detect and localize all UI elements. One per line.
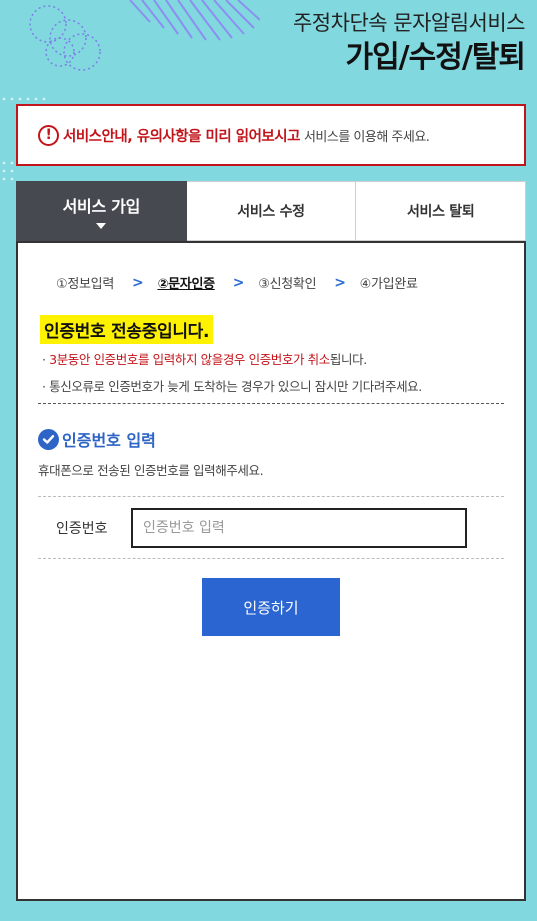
tab-service-modify[interactable]: 서비스 수정 [186,181,357,241]
notice-text: 서비스를 이용해 주세요. [303,129,430,145]
notice-emphasis: 서비스안내, 유의사항을 미리 읽어보시고 [63,128,300,145]
section-title: 인증번호 입력 [38,427,156,451]
section-description: 휴대폰으로 전송된 인증번호를 입력해주세요. [38,463,264,478]
page-header: 주정차단속 문자알림서비스 가입/수정/탈퇴 [292,8,526,78]
step-info-input: ①정보입력 [56,277,114,292]
caret-down-icon [96,223,107,229]
decorative-circles [29,5,101,71]
page-title: 가입/수정/탈퇴 [345,40,526,75]
step-indicator: ①정보입력 > ②문자인증 > ③신청확인 > ④가입완료 [56,273,418,293]
delay-notice: · 통신오류로 인증번호가 늦게 도착하는 경우가 있으니 잠시만 기다려주세요… [42,376,422,395]
tab-service-join[interactable]: 서비스 가입 [16,181,187,241]
tab-service-withdraw[interactable]: 서비스 탈퇴 [356,181,527,241]
timeout-tail: 됩니다. [329,352,367,367]
step-sms-verify: ②문자인증 [157,277,215,292]
tab-label: 서비스 가입 [62,197,141,216]
delay-text: 통신오류로 인증번호가 늦게 도착하는 경우가 있으니 잠시만 기다려주세요. [49,379,422,394]
verification-code-input[interactable] [131,508,467,548]
exclamation-circle-icon: ! [38,124,59,146]
decorative-dots [129,0,260,41]
divider [38,558,504,559]
section-title-text: 인증번호 입력 [62,431,156,450]
content-panel: ①정보입력 > ②문자인증 > ③신청확인 > ④가입완료 인증번호 전송중입니… [16,241,526,901]
check-circle-icon [38,428,59,450]
divider [38,403,504,404]
chevron-right-icon: > [132,274,144,291]
verification-code-label: 인증번호 [56,521,108,537]
chevron-right-icon: > [232,274,245,291]
step-complete: ④가입완료 [359,277,418,292]
step-confirm: ③신청확인 [258,277,317,292]
verify-button[interactable]: 인증하기 [202,578,340,636]
timeout-warning: 3분동안 인증번호를 입력하지 않을경우 인증번호가 취소 [49,352,330,367]
service-notice-banner: ! 서비스안내, 유의사항을 미리 읽어보시고 서비스를 이용해 주세요. [16,104,526,166]
page-subtitle: 주정차단속 문자알림서비스 [292,11,526,35]
tab-label: 서비스 수정 [237,204,305,220]
service-tabs: 서비스 가입 서비스 수정 서비스 탈퇴 [16,181,527,241]
bullet-mark: · [42,379,46,394]
sending-status-heading: 인증번호 전송중입니다. [40,315,214,344]
tab-label: 서비스 탈퇴 [406,204,475,220]
timeout-notice: · 3분동안 인증번호를 입력하지 않을경우 인증번호가 취소됩니다. [42,349,367,368]
chevron-right-icon: > [334,274,346,291]
divider [38,496,504,497]
bullet-mark: · [42,352,46,367]
